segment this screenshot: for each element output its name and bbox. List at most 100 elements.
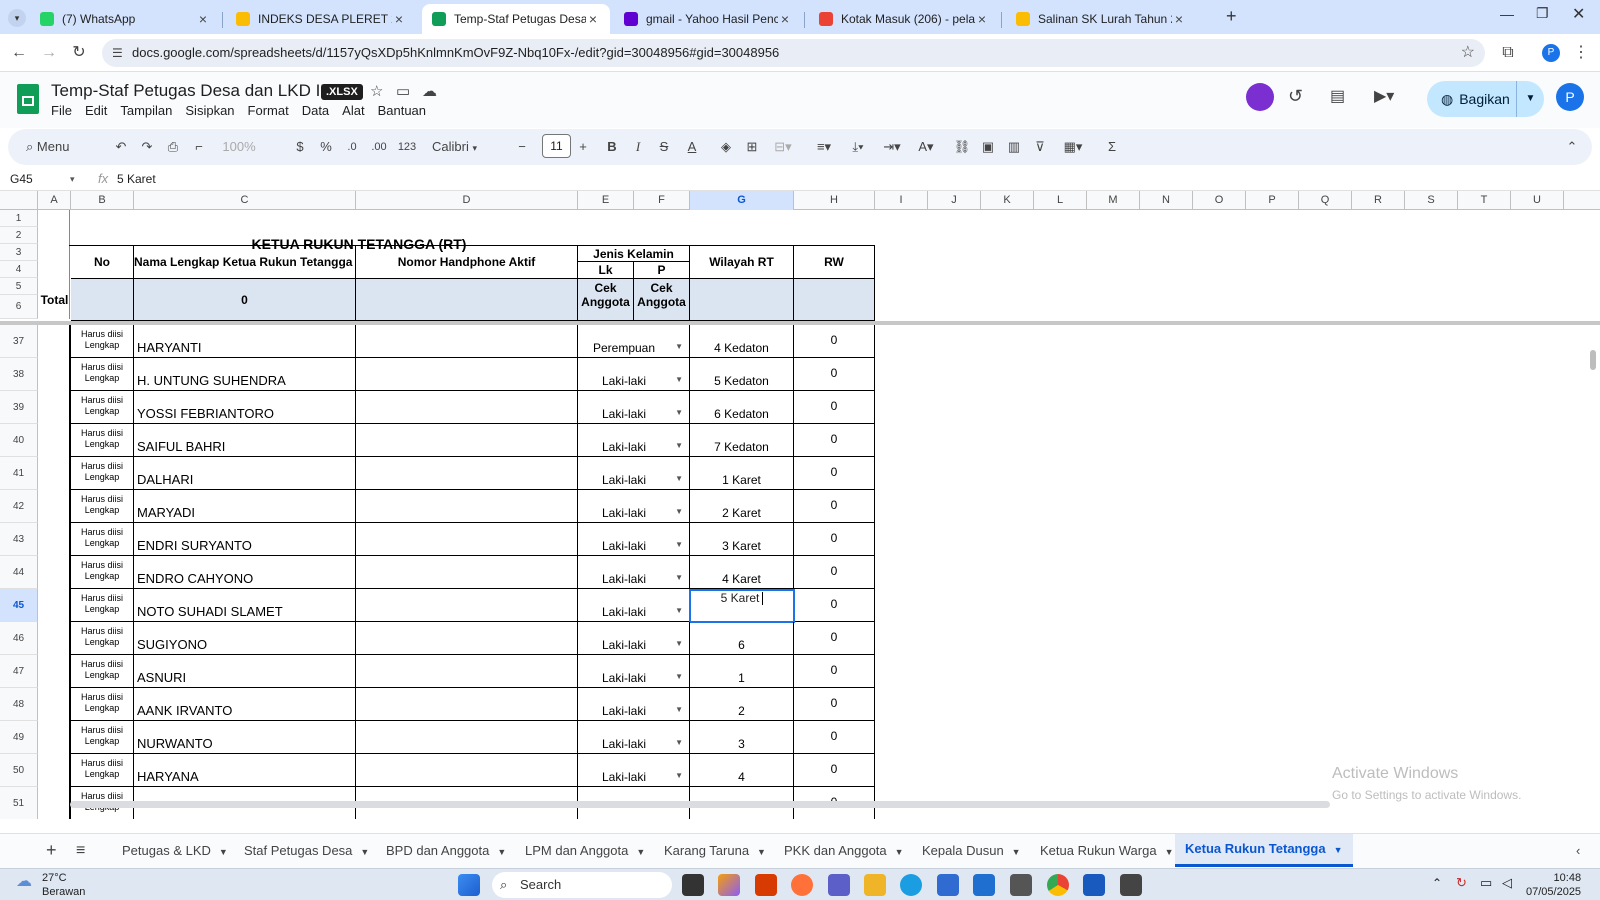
collapse-toolbar-icon[interactable]: ⌃ (1562, 129, 1582, 165)
rw-cell[interactable]: 0 (794, 424, 875, 457)
chevron-down-icon[interactable]: ▼ (675, 672, 683, 681)
name-box[interactable]: G45 ▾ (10, 167, 82, 191)
chevron-down-icon[interactable]: ▼ (675, 441, 683, 450)
column-header-h[interactable]: H (794, 191, 875, 210)
row-header-5[interactable]: 5 (0, 278, 38, 295)
font-size-input[interactable]: 11 (542, 134, 571, 158)
print-icon[interactable]: ⎙ (163, 129, 183, 165)
gender-select[interactable]: Laki-laki ▼ (578, 688, 690, 721)
sheet-tab[interactable]: Ketua Rukun Tetangga ▼ (1175, 834, 1353, 867)
column-header-m[interactable]: M (1087, 191, 1140, 210)
gender-select[interactable]: Perempuan ▼ (578, 325, 690, 358)
gender-select[interactable]: Laki-laki ▼ (578, 358, 690, 391)
chevron-down-icon[interactable]: ▼ (675, 342, 683, 351)
close-tab-icon[interactable]: × (975, 11, 989, 27)
gender-select[interactable]: Laki-laki ▼ (578, 754, 690, 787)
chevron-down-icon[interactable]: ▼ (895, 847, 904, 857)
rt-name-cell[interactable]: ASNURI (134, 655, 356, 688)
menu-alat[interactable]: Alat (342, 103, 364, 118)
spreadsheet-grid[interactable]: ABCDEFGHIJKLMNOPQRSTU 1 2 3 4 5 6 KETUA RUKUN … (0, 191, 1600, 819)
gender-select[interactable]: Laki-laki ▼ (578, 424, 690, 457)
browser-tab[interactable]: Kotak Masuk (206) - pelayanan× (809, 4, 999, 34)
row-header-40[interactable]: 40 (0, 424, 38, 457)
insert-link-icon[interactable]: ⛓ (952, 129, 972, 165)
version-history-icon[interactable]: ↺ (1288, 86, 1303, 107)
network-icon[interactable]: ▭ (1480, 875, 1492, 891)
scroll-tabs-left-icon[interactable]: ‹ (1566, 834, 1590, 867)
wilayah-cell[interactable]: 6 (690, 622, 794, 655)
horizontal-align-icon[interactable]: ≡▾ (810, 129, 838, 165)
row-header-45[interactable]: 45 (0, 589, 38, 622)
chevron-down-icon[interactable]: ▼ (675, 573, 683, 582)
site-info-icon[interactable]: ☰ (112, 39, 123, 67)
rw-cell[interactable]: 0 (794, 589, 875, 622)
menu-search-button[interactable]: ⌕ Menu (26, 129, 98, 165)
vertical-scrollbar[interactable] (1590, 350, 1596, 370)
redo-icon[interactable]: ↷ (137, 129, 157, 165)
rt-name-cell[interactable]: SUGIYONO (134, 622, 356, 655)
comments-icon[interactable]: ▤ (1330, 86, 1345, 106)
sheet-tab[interactable]: Staf Petugas Desa ▼ (234, 834, 379, 867)
row-header-44[interactable]: 44 (0, 556, 38, 589)
cloud-status-icon[interactable]: ☁ (422, 82, 437, 100)
rw-cell[interactable]: 0 (794, 523, 875, 556)
column-header-q[interactable]: Q (1299, 191, 1352, 210)
percent-format-button[interactable]: % (316, 129, 336, 165)
copilot-icon[interactable] (718, 874, 740, 896)
rt-name-cell[interactable]: DALHARI (134, 457, 356, 490)
chrome-icon[interactable] (1047, 874, 1069, 896)
sheet-tab[interactable]: Ketua Rukun Warga ▼ (1030, 834, 1184, 867)
row-header-51[interactable]: 51 (0, 787, 38, 819)
column-header-u[interactable]: U (1511, 191, 1564, 210)
wilayah-cell[interactable]: 3 Karet (690, 523, 794, 556)
row-header-47[interactable]: 47 (0, 655, 38, 688)
gemini-icon[interactable] (1246, 83, 1274, 111)
url-input[interactable]: ☰ docs.google.com/spreadsheets/d/1157yQs… (102, 39, 1485, 67)
filter-icon[interactable]: ⊽ (1030, 129, 1050, 165)
wilayah-cell[interactable]: 3 (690, 721, 794, 754)
gender-select[interactable]: Laki-laki ▼ (578, 457, 690, 490)
chevron-down-icon[interactable]: ▼ (675, 540, 683, 549)
chevron-down-icon[interactable]: ▼ (360, 847, 369, 857)
borders-icon[interactable]: ⊞ (742, 129, 762, 165)
close-tab-icon[interactable]: × (1172, 11, 1186, 27)
text-color-button[interactable]: A (682, 129, 702, 165)
italic-button[interactable]: I (630, 129, 646, 165)
taskbar-search-input[interactable]: ⌕ Search (492, 872, 672, 898)
phone-cell[interactable] (356, 391, 578, 424)
font-select[interactable]: Calibri ▾ (432, 129, 498, 165)
rw-cell[interactable]: 0 (794, 391, 875, 424)
camera-icon[interactable] (1010, 874, 1032, 896)
close-tab-icon[interactable]: × (196, 11, 210, 27)
wilayah-cell[interactable]: 4 Karet (690, 556, 794, 589)
minimize-button[interactable]: — (1500, 6, 1514, 22)
menu-format[interactable]: Format (248, 103, 289, 118)
phone-cell[interactable] (356, 754, 578, 787)
rt-name-cell[interactable]: H. UNTUNG SUHENDRA (134, 358, 356, 391)
volume-icon[interactable]: ◁ (1502, 875, 1512, 891)
tray-chevron-icon[interactable]: ⌃ (1432, 876, 1442, 890)
store-icon[interactable] (937, 874, 959, 896)
row-header-3[interactable]: 3 (0, 244, 38, 261)
filter-views-icon[interactable]: ▦▾ (1058, 129, 1088, 165)
column-header-c[interactable]: C (134, 191, 356, 210)
close-window-button[interactable]: ✕ (1572, 4, 1585, 24)
column-header-l[interactable]: L (1034, 191, 1087, 210)
column-header-o[interactable]: O (1193, 191, 1246, 210)
rw-cell[interactable]: 0 (794, 622, 875, 655)
paint-format-icon[interactable]: ⌐ (189, 129, 209, 165)
sheet-tab[interactable]: Karang Taruna ▼ (654, 834, 776, 867)
close-tab-icon[interactable]: × (392, 11, 406, 27)
insert-chart-icon[interactable]: ▥ (1004, 129, 1024, 165)
app-icon[interactable] (1120, 874, 1142, 896)
rw-cell[interactable]: 0 (794, 688, 875, 721)
row-header-46[interactable]: 46 (0, 622, 38, 655)
word-icon[interactable] (1083, 874, 1105, 896)
row-header-43[interactable]: 43 (0, 523, 38, 556)
chevron-down-icon[interactable]: ▼ (675, 738, 683, 747)
rt-name-cell[interactable]: HARYANTI (134, 325, 356, 358)
phone-cell[interactable] (356, 358, 578, 391)
select-all-corner[interactable] (0, 191, 38, 210)
sheet-tab[interactable]: LPM dan Anggota ▼ (515, 834, 655, 867)
row-header-1[interactable]: 1 (0, 210, 38, 227)
